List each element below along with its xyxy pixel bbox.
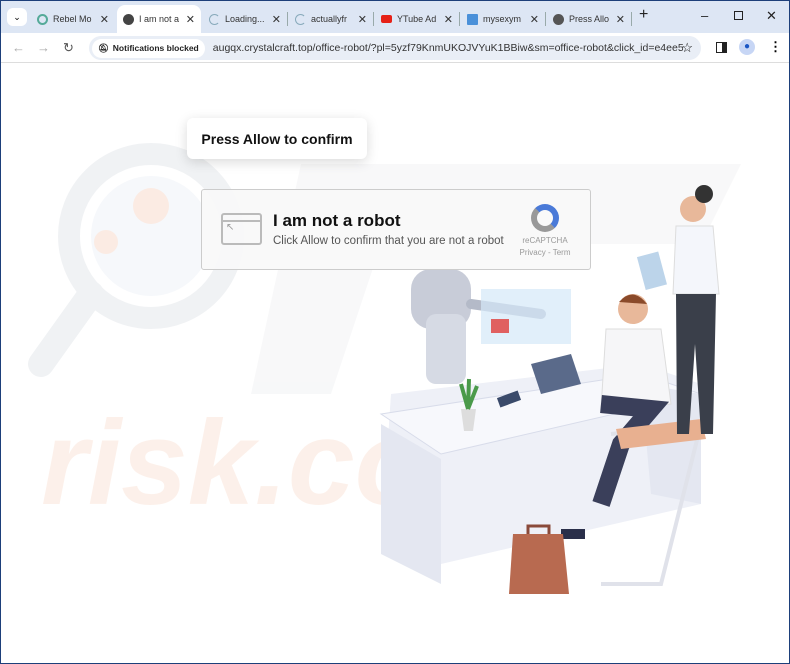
maximize-button[interactable] xyxy=(734,11,743,20)
tab-rebel[interactable]: Rebel Mo ✕ xyxy=(31,5,115,33)
youtube-icon xyxy=(381,15,392,23)
page-icon xyxy=(467,13,478,25)
back-button[interactable]: ← xyxy=(12,40,25,55)
tab-title: I am not a xyxy=(139,14,180,24)
tab-i-am-not[interactable]: I am not a ✕ xyxy=(117,5,201,33)
profile-avatar[interactable]: ● xyxy=(739,39,755,55)
tab-actuallyfr[interactable]: actuallyfr ✕ xyxy=(289,5,373,33)
page-content: risk.com Press Allow to confirm ↖ I am n… xyxy=(1,64,789,663)
tab-loading[interactable]: Loading... ✕ xyxy=(203,5,287,33)
recaptcha-logo-icon xyxy=(531,204,559,232)
tab-divider xyxy=(631,12,632,26)
close-tab-icon[interactable]: ✕ xyxy=(444,13,453,26)
tab-title: actuallyfr xyxy=(311,14,348,24)
tab-mysexym[interactable]: mysexym ✕ xyxy=(461,5,545,33)
bookmark-star-icon[interactable]: ☆ xyxy=(681,40,693,56)
url-text[interactable]: augqx.crystalcraft.top/office-robot/?pl=… xyxy=(213,42,683,54)
tab-title: Loading... xyxy=(225,14,265,24)
close-window-button[interactable]: ✕ xyxy=(766,8,777,24)
close-tab-icon[interactable]: ✕ xyxy=(530,13,539,26)
tab-title: Rebel Mo xyxy=(53,14,92,24)
recaptcha-badge: reCAPTCHA Privacy - Term xyxy=(516,204,574,257)
rebel-favicon xyxy=(37,13,48,25)
tab-bar: ⌄ Rebel Mo ✕ I am not a ✕ Loading... ✕ actu… xyxy=(1,1,789,33)
fake-captcha-box[interactable]: ↖ I am not a robot Click Allow to confir… xyxy=(201,189,591,270)
recaptcha-links[interactable]: Privacy - Term xyxy=(516,248,574,257)
captcha-title: I am not a robot xyxy=(273,211,401,230)
tab-divider xyxy=(459,12,460,26)
omnibox[interactable]: 🔕︎ Notifications blocked augqx.crystalcra… xyxy=(89,36,701,60)
tab-ytube[interactable]: YTube Ad ✕ xyxy=(375,5,459,33)
recaptcha-label: reCAPTCHA xyxy=(522,236,568,245)
browser-window-icon: ↖ xyxy=(221,213,262,245)
bell-off-icon: 🔕︎ xyxy=(98,42,109,53)
minimize-button[interactable]: – xyxy=(701,8,708,23)
close-tab-icon[interactable]: ✕ xyxy=(100,13,109,26)
press-allow-bubble: Press Allow to confirm xyxy=(187,118,367,159)
tab-press-allow[interactable]: Press Allo ✕ xyxy=(547,5,631,33)
tab-divider xyxy=(373,12,374,26)
new-tab-button[interactable]: + xyxy=(639,6,648,24)
menu-kebab-icon[interactable]: ⋮ xyxy=(769,39,782,55)
hologram-screen xyxy=(481,289,571,344)
office-illustration: risk.com xyxy=(28,143,741,594)
close-tab-icon[interactable]: ✕ xyxy=(358,13,367,26)
side-panel-icon[interactable] xyxy=(716,42,727,53)
tab-title: mysexym xyxy=(483,14,521,24)
briefcase xyxy=(509,534,569,594)
globe-icon xyxy=(553,13,564,25)
tab-title: YTube Ad xyxy=(397,14,437,24)
close-tab-icon[interactable]: ✕ xyxy=(186,13,195,26)
browser-window: ⌄ Rebel Mo ✕ I am not a ✕ Loading... ✕ actu… xyxy=(1,1,789,663)
tab-title: Press Allo xyxy=(569,14,610,24)
close-tab-icon[interactable]: ✕ xyxy=(616,13,625,26)
toolbar: ← → ↻ 🔕︎ Notifications blocked augqx.crys… xyxy=(1,33,789,63)
globe-icon xyxy=(123,13,134,25)
forward-button[interactable]: → xyxy=(37,40,50,55)
notifications-blocked-chip[interactable]: 🔕︎ Notifications blocked xyxy=(92,38,205,58)
loading-spinner xyxy=(295,13,306,25)
close-tab-icon[interactable]: ✕ xyxy=(272,13,281,26)
tab-search-button[interactable]: ⌄ xyxy=(7,8,27,26)
loading-spinner xyxy=(209,13,220,25)
reload-button[interactable]: ↻ xyxy=(63,40,74,56)
tab-divider xyxy=(545,12,546,26)
chip-label: Notifications blocked xyxy=(112,43,199,53)
captcha-subtitle: Click Allow to confirm that you are not … xyxy=(273,235,504,247)
tab-divider xyxy=(287,12,288,26)
play-icon xyxy=(491,319,509,333)
